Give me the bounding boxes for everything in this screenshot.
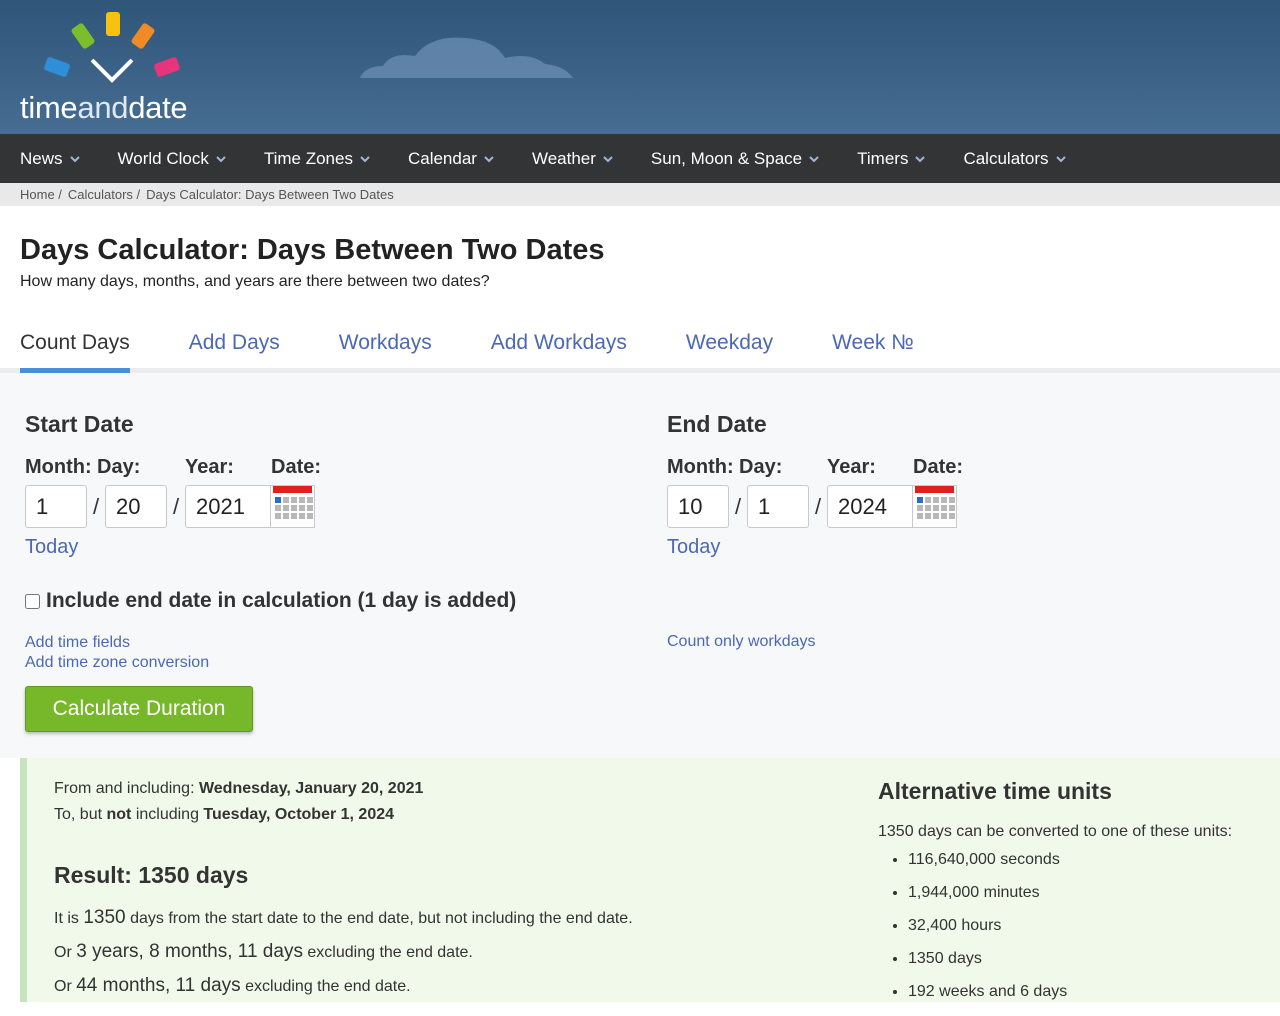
start-month-input[interactable] <box>25 485 87 528</box>
include-end-date-row[interactable]: Include end date in calculation (1 day i… <box>25 589 516 613</box>
date-separator: / <box>814 493 822 519</box>
include-end-date-checkbox[interactable] <box>25 593 40 609</box>
to-line: To, but not including Tuesday, October 1… <box>54 806 395 823</box>
from-line: From and including: Wednesday, January 2… <box>54 780 424 797</box>
count-workdays-link[interactable]: Count only workdays <box>667 633 816 651</box>
logo-text: timeanddate <box>20 90 188 125</box>
calendar-icon <box>273 486 312 493</box>
alt-units-list: 116,640,000 seconds 1,944,000 minutes 32… <box>878 851 1278 1001</box>
chevron-down-icon <box>1055 155 1066 162</box>
add-time-fields-link[interactable]: Add time fields <box>25 633 209 653</box>
nav-timers[interactable]: Timers <box>857 149 926 169</box>
breadcrumb-calculators[interactable]: Calculators / <box>68 187 140 202</box>
month-label: Month: <box>667 456 734 478</box>
cloud-icon <box>360 37 573 78</box>
tab-add-days[interactable]: Add Days <box>189 331 280 368</box>
breadcrumb-current: Days Calculator: Days Between Two Dates <box>146 187 394 202</box>
date-label: Date: <box>913 456 964 478</box>
result-heading: Result: 1350 days <box>54 862 249 888</box>
end-month-input[interactable] <box>667 485 729 528</box>
add-time-zone-link[interactable]: Add time zone conversion <box>25 653 209 673</box>
alt-units-heading: Alternative time units <box>878 778 1112 804</box>
date-separator: / <box>92 493 100 519</box>
tab-workdays[interactable]: Workdays <box>339 331 432 368</box>
tab-add-workdays[interactable]: Add Workdays <box>491 331 627 368</box>
end-today-link[interactable]: Today <box>667 536 963 559</box>
nav-calendar[interactable]: Calendar <box>408 149 495 169</box>
site-logo[interactable]: timeanddate <box>20 10 220 130</box>
nav-sun-moon[interactable]: Sun, Moon & Space <box>651 149 820 169</box>
end-day-input[interactable] <box>747 485 809 528</box>
end-calendar-picker[interactable] <box>913 485 957 528</box>
main-nav: News World Clock Time Zones Calendar Wea… <box>0 134 1280 183</box>
end-date-group: End Date Month: Day: Year: Date: / / Tod… <box>667 411 963 559</box>
list-item: 32,400 hours <box>908 917 1278 935</box>
workdays-option: Count only workdays <box>667 633 816 651</box>
nav-time-zones[interactable]: Time Zones <box>264 149 371 169</box>
tab-count-days[interactable]: Count Days <box>20 331 130 373</box>
to-date: Tuesday, October 1, 2024 <box>203 806 395 823</box>
start-today-link[interactable]: Today <box>25 536 321 559</box>
start-date-heading: Start Date <box>25 411 134 437</box>
calculator-tabs: Count Days Add Days Workdays Add Workday… <box>0 331 1280 373</box>
result-panel: From and including: Wednesday, January 2… <box>20 758 1280 1002</box>
nav-weather[interactable]: Weather <box>532 149 614 169</box>
result-md-line: Or 44 months, 11 days excluding the end … <box>54 975 411 996</box>
extra-options-links: Add time fields Add time zone conversion <box>25 633 209 673</box>
end-date-heading: End Date <box>667 411 767 437</box>
year-label: Year: <box>827 456 876 478</box>
result-summary: From and including: Wednesday, January 2… <box>54 776 834 1009</box>
date-form: Start Date Month: Day: Year: Date: / / T… <box>0 373 1280 758</box>
list-item: 192 weeks and 6 days <box>908 983 1278 1001</box>
start-calendar-picker[interactable] <box>271 485 315 528</box>
calculate-duration-button[interactable]: Calculate Duration <box>25 686 253 732</box>
year-label: Year: <box>185 456 234 478</box>
include-end-date-label: Include end date in calculation (1 day i… <box>46 589 517 612</box>
tab-weekday[interactable]: Weekday <box>686 331 773 368</box>
chevron-down-icon <box>360 155 370 162</box>
tab-week-number[interactable]: Week № <box>832 331 914 368</box>
logo-icon <box>44 12 180 83</box>
date-separator: / <box>734 493 742 519</box>
end-year-input[interactable] <box>827 485 913 528</box>
result-ymd-line: Or 3 years, 8 months, 11 days excluding … <box>54 941 473 962</box>
start-day-input[interactable] <box>105 485 167 528</box>
nav-world-clock[interactable]: World Clock <box>118 149 227 169</box>
breadcrumb: Home / Calculators / Days Calculator: Da… <box>0 183 1280 206</box>
page-title: Days Calculator: Days Between Two Dates <box>20 234 605 266</box>
day-label: Day: <box>739 456 783 478</box>
start-date-group: Start Date Month: Day: Year: Date: / / T… <box>25 411 321 559</box>
chevron-down-icon <box>69 155 80 162</box>
result-days-line: It is 1350 days from the start date to t… <box>54 907 633 928</box>
chevron-down-icon <box>216 155 226 162</box>
nav-news[interactable]: News <box>20 149 81 169</box>
month-label: Month: <box>25 456 92 478</box>
start-year-input[interactable] <box>185 485 271 528</box>
chevron-down-icon <box>484 155 494 162</box>
alternative-units: Alternative time units 1350 days can be … <box>878 778 1278 1016</box>
nav-calculators[interactable]: Calculators <box>963 149 1066 169</box>
chevron-down-icon <box>603 155 613 162</box>
breadcrumb-home[interactable]: Home / <box>20 187 62 202</box>
from-date: Wednesday, January 20, 2021 <box>198 780 424 797</box>
date-label: Date: <box>271 456 322 478</box>
list-item: 116,640,000 seconds <box>908 851 1278 869</box>
list-item: 1,944,000 minutes <box>908 884 1278 902</box>
site-header: timeanddate <box>0 0 1280 134</box>
alt-units-intro: 1350 days can be converted to one of the… <box>878 823 1233 840</box>
list-item: 1350 days <box>908 950 1278 968</box>
day-label: Day: <box>97 456 141 478</box>
date-separator: / <box>172 493 180 519</box>
page-content: Days Calculator: Days Between Two Dates … <box>0 234 1280 1002</box>
page-subtitle: How many days, months, and years are the… <box>20 273 490 290</box>
calendar-icon <box>915 486 954 493</box>
chevron-down-icon <box>809 155 819 162</box>
chevron-down-icon <box>915 155 926 162</box>
